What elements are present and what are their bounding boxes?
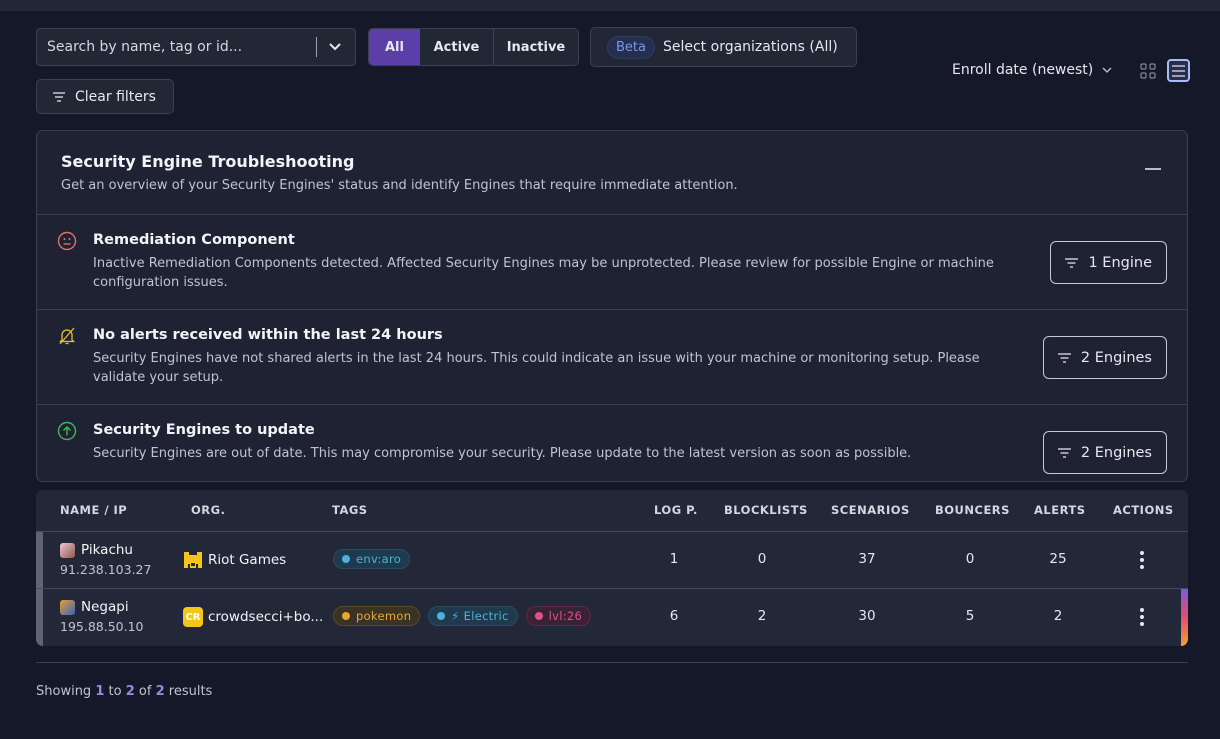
engine-count: 1 Engine [1088, 254, 1152, 271]
filter-icon [1065, 257, 1079, 268]
avatar [60, 542, 75, 558]
organization-select[interactable]: Beta Select organizations (All) [590, 27, 857, 67]
status-indicator [36, 532, 43, 588]
list-view-icon[interactable] [1167, 59, 1190, 82]
troubleshooting-panel: Security Engine Troubleshooting Get an o… [36, 130, 1188, 482]
status-indicator [36, 589, 43, 646]
filter-icon [1057, 352, 1071, 363]
avatar [60, 599, 75, 615]
troubleshooting-header: Security Engine Troubleshooting Get an o… [37, 131, 1187, 215]
filter-engines-button[interactable]: 2 Engines [1042, 336, 1167, 379]
issue-description: Security Engines have not shared alerts … [93, 351, 980, 385]
log-p-value: 6 [669, 608, 679, 624]
issue-title: Remediation Component [93, 232, 295, 248]
pagination-summary: Showing 1 to 2 of 2 results [36, 684, 213, 699]
troubleshooting-title: Security Engine Troubleshooting [61, 152, 355, 171]
column-header-blocklists[interactable]: BLOCKLISTS [724, 503, 808, 517]
table-header: NAME / IP ORG. TAGS LOG P. BLOCKLISTS SC… [36, 490, 1188, 532]
organization-select-label: Select organizations (All) [662, 39, 838, 55]
beta-badge: Beta [607, 35, 655, 59]
column-header-scenarios[interactable]: SCENARIOS [831, 503, 910, 517]
neutral-face-icon [57, 231, 77, 251]
issue-title: No alerts received within the last 24 ho… [93, 327, 443, 343]
tab-all[interactable]: All [369, 29, 420, 65]
tag-badge[interactable]: lvl:26 [525, 606, 592, 626]
column-header-bouncers[interactable]: BOUNCERS [935, 503, 1010, 517]
blocklists-value: 2 [757, 608, 767, 624]
search-separator [316, 37, 317, 57]
column-header-alerts[interactable]: ALERTS [1034, 503, 1086, 517]
more-actions-icon[interactable] [1136, 608, 1148, 626]
engine-name: Negapi [60, 599, 129, 615]
filter-engines-button[interactable]: 2 Engines [1042, 431, 1167, 474]
filter-icon [1057, 447, 1071, 458]
engine-count: 2 Engines [1080, 349, 1152, 366]
bell-off-icon [58, 327, 76, 345]
arrow-up-circle-icon [57, 421, 77, 441]
column-header-log-p[interactable]: LOG P. [654, 503, 698, 517]
engine-count: 2 Engines [1080, 444, 1152, 461]
clear-filters-label: Clear filters [75, 88, 156, 105]
tag-badge[interactable]: env:aro [333, 549, 411, 569]
status-filter: All Active Inactive [368, 28, 579, 66]
filter-icon [53, 91, 65, 102]
sort-label: Enroll date (newest) [952, 62, 1094, 78]
column-header-actions: ACTIONS [1113, 503, 1174, 517]
issue-no-alerts: No alerts received within the last 24 ho… [37, 310, 1187, 405]
chevron-down-icon [1102, 67, 1112, 73]
log-p-value: 1 [669, 551, 679, 567]
collapse-icon[interactable] [1145, 168, 1161, 170]
search-input[interactable] [37, 29, 316, 65]
troubleshooting-subtitle: Get an overview of your Security Engines… [61, 178, 738, 193]
engine-org: Riot Games [183, 550, 286, 570]
engine-name: Pikachu [60, 542, 133, 558]
engines-table: NAME / IP ORG. TAGS LOG P. BLOCKLISTS SC… [36, 490, 1188, 646]
more-actions-icon[interactable] [1136, 551, 1148, 569]
alerts-value: 25 [1049, 551, 1067, 567]
engine-org: CR crowdsecci+bo... [183, 607, 323, 627]
table-row[interactable]: Negapi 195.88.50.10 CR crowdsecci+bo... … [36, 589, 1188, 646]
tags-list: env:aro [333, 549, 411, 569]
sort-select[interactable]: Enroll date (newest) [952, 62, 1113, 78]
divider [36, 662, 1188, 663]
tags-list: pokemon ⚡ Electric lvl:26 [333, 606, 592, 626]
blocklists-value: 0 [757, 551, 767, 567]
scenarios-value: 30 [858, 608, 876, 624]
tag-badge[interactable]: pokemon [333, 606, 421, 626]
column-header-tags[interactable]: TAGS [332, 503, 368, 517]
riot-games-logo [183, 550, 203, 570]
org-initials-logo: CR [183, 607, 203, 627]
tab-inactive[interactable]: Inactive [494, 29, 578, 65]
alerts-value: 2 [1053, 608, 1063, 624]
issue-engines-to-update: Security Engines to update Security Engi… [37, 405, 1187, 500]
engine-ip: 91.238.103.27 [60, 562, 152, 577]
engine-ip: 195.88.50.10 [60, 619, 144, 634]
search-field[interactable] [36, 28, 356, 66]
chevron-down-icon[interactable] [327, 39, 343, 55]
issue-description: Inactive Remediation Components detected… [93, 256, 994, 290]
top-bar [0, 0, 1220, 11]
scenarios-value: 37 [858, 551, 876, 567]
issue-description: Security Engines are out of date. This m… [93, 446, 912, 461]
table-row[interactable]: Pikachu 91.238.103.27 Riot Games env:aro… [36, 532, 1188, 589]
tab-active[interactable]: Active [420, 29, 494, 65]
tag-badge[interactable]: ⚡ Electric [428, 606, 518, 626]
column-header-name[interactable]: NAME / IP [60, 503, 127, 517]
highlight-bar [1181, 589, 1188, 646]
bouncers-value: 5 [965, 608, 975, 624]
bouncers-value: 0 [965, 551, 975, 567]
grid-view-icon[interactable] [1140, 63, 1156, 79]
issue-remediation-component: Remediation Component Inactive Remediati… [37, 215, 1187, 310]
filter-engines-button[interactable]: 1 Engine [1050, 241, 1167, 284]
issue-title: Security Engines to update [93, 422, 315, 438]
column-header-org[interactable]: ORG. [191, 503, 225, 517]
clear-filters-button[interactable]: Clear filters [36, 79, 174, 114]
